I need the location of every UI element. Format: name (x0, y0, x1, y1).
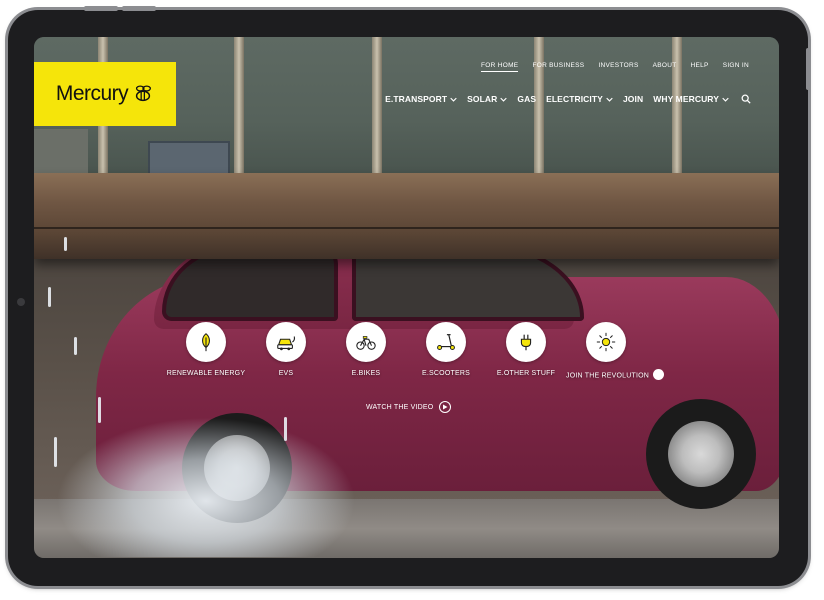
water-drop (48, 287, 51, 307)
water-drop (74, 337, 77, 355)
power-button (806, 48, 810, 90)
category-renewable-energy[interactable]: RENEWABLE ENERGY (166, 322, 246, 377)
wall-post (372, 37, 382, 177)
nav-gas-label: GAS (517, 94, 537, 104)
category-evs[interactable]: EVS (246, 322, 326, 377)
category-label: E.BIKES (351, 370, 381, 377)
nav-for-business[interactable]: FOR BUSINESS (532, 62, 584, 72)
nav-join-label: JOIN (622, 94, 644, 104)
nav-why-mercury[interactable]: WHY MERCURY (653, 94, 729, 104)
nav-join[interactable]: JOIN (623, 94, 643, 104)
chevron-down-icon (606, 97, 613, 102)
water-splash (56, 417, 356, 557)
category-label: E.SCOOTERS (422, 370, 470, 377)
wall-post (534, 37, 544, 177)
crusher-beam (34, 173, 779, 259)
category-circle (346, 322, 386, 362)
category-e-bikes[interactable]: E.BIKES (326, 322, 406, 377)
category-join-the-revolution[interactable]: JOIN THE REVOLUTION (566, 322, 665, 381)
category-circle (186, 322, 226, 362)
watch-video-link[interactable]: WATCH THE VIDEO (366, 401, 452, 413)
scooter-icon (437, 334, 455, 351)
watch-video-label: WATCH THE VIDEO (366, 403, 434, 411)
crate (148, 141, 230, 175)
nav-electricity[interactable]: ELECTRICITY (546, 94, 613, 104)
category-circle (426, 322, 466, 362)
nav-sign-in[interactable]: SIGN IN (723, 62, 749, 72)
category-circle (506, 322, 546, 362)
nav-about[interactable]: ABOUT (653, 62, 677, 72)
car-wheel (646, 399, 756, 509)
chevron-down-icon (450, 97, 457, 102)
nav-solar-label: SOLAR (467, 94, 498, 104)
nav-gas[interactable]: GAS (517, 94, 536, 104)
car-plug-icon (277, 336, 296, 351)
category-e-scooters[interactable]: E.SCOOTERS (406, 322, 486, 377)
sun-icon (596, 332, 616, 352)
category-label: E.OTHER STUFF (496, 370, 556, 377)
category-e-other-stuff[interactable]: E.OTHER STUFF (486, 322, 566, 377)
nav-electricity-label: ELECTRICITY (546, 94, 603, 104)
category-label: RENEWABLE ENERGY (166, 370, 246, 377)
beam-edge (34, 227, 779, 229)
category-label: EVS (278, 370, 294, 377)
play-icon (439, 401, 452, 413)
category-circle (586, 322, 626, 362)
category-label: JOIN THE REVOLUTION (566, 369, 665, 381)
plug-icon (520, 334, 532, 351)
wall-post (672, 37, 682, 177)
nav-investors[interactable]: INVESTORS (598, 62, 638, 72)
chevron-down-icon (500, 97, 508, 102)
nav-e-transport[interactable]: E.TRANSPORT (385, 94, 457, 104)
camera-dot (17, 298, 25, 306)
volume-button (84, 6, 118, 11)
main-nav: E.TRANSPORT SOLAR GAS ELECTRICITY JOIN W… (385, 94, 751, 104)
wall-post (234, 37, 244, 177)
leaf-icon (202, 333, 210, 352)
nav-help[interactable]: HELP (691, 62, 709, 72)
category-links: RENEWABLE ENERGY EVS E.BIKES E.SCOOTERS … (166, 322, 665, 382)
category-label-text: JOIN THE REVOLUTION (566, 372, 650, 380)
nav-for-home[interactable]: FOR HOME (481, 62, 519, 72)
volume-button (122, 6, 156, 11)
crate (34, 129, 88, 175)
nav-why-mercury-label: WHY MERCURY (653, 94, 719, 104)
water-drop (284, 417, 287, 441)
nav-solar[interactable]: SOLAR (467, 94, 508, 104)
chevron-down-icon (722, 97, 729, 102)
bike-icon (356, 336, 376, 350)
water-drop (64, 237, 67, 251)
water-drop (54, 437, 57, 467)
circle-badge-icon (653, 369, 665, 380)
search-icon[interactable] (741, 94, 751, 104)
nav-e-transport-label: E.TRANSPORT (385, 94, 448, 104)
logo-wordmark: Mercury (55, 82, 129, 105)
utility-nav: FOR HOME FOR BUSINESS INVESTORS ABOUT HE… (481, 62, 749, 72)
mercury-logo[interactable]: Mercury (34, 62, 176, 126)
bee-icon (136, 85, 152, 102)
water-drop (98, 397, 101, 423)
screen: Mercury FOR HOME FOR BUSINESS INVESTORS … (34, 37, 779, 558)
category-circle (266, 322, 306, 362)
